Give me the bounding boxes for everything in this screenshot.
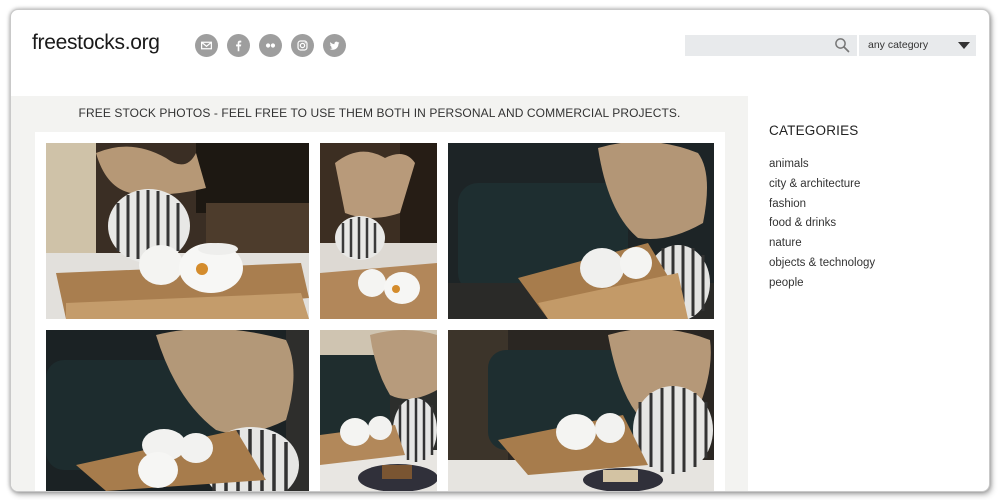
gallery-photo[interactable] [448, 143, 714, 319]
category-link-objects-technology[interactable]: objects & technology [769, 257, 875, 277]
browser-frame: freestocks.org any category FREE STOCK P… [10, 9, 990, 492]
page-tagline: FREE STOCK PHOTOS - FEEL FREE TO USE THE… [78, 106, 681, 120]
category-link-nature[interactable]: nature [769, 237, 875, 257]
flickr-icon[interactable] [259, 34, 282, 57]
gallery-photo[interactable] [448, 330, 714, 491]
main-content: FREE STOCK PHOTOS - FEEL FREE TO USE THE… [11, 96, 748, 491]
search-icon[interactable] [834, 37, 850, 53]
site-logo[interactable]: freestocks.org [32, 31, 160, 55]
category-link-fashion[interactable]: fashion [769, 198, 875, 218]
instagram-icon[interactable] [291, 34, 314, 57]
category-link-food-drinks[interactable]: food & drinks [769, 217, 875, 237]
categories-heading: CATEGORIES [769, 123, 859, 138]
twitter-icon[interactable] [323, 34, 346, 57]
gallery-photo[interactable] [46, 143, 309, 319]
category-select-value: any category [868, 39, 929, 51]
category-select[interactable]: any category [859, 35, 976, 56]
gallery-photo[interactable] [320, 143, 437, 319]
dropdown-arrow-icon [958, 42, 970, 49]
gallery-photo[interactable] [320, 330, 437, 491]
category-list: animals city & architecture fashion food… [769, 158, 875, 297]
category-link-city-architecture[interactable]: city & architecture [769, 178, 875, 198]
social-links [195, 34, 346, 57]
photo-gallery [35, 132, 725, 491]
mail-icon[interactable] [195, 34, 218, 57]
gallery-photo[interactable] [46, 330, 309, 491]
category-link-people[interactable]: people [769, 277, 875, 297]
category-link-animals[interactable]: animals [769, 158, 875, 178]
search-input[interactable] [685, 35, 857, 56]
facebook-icon[interactable] [227, 34, 250, 57]
